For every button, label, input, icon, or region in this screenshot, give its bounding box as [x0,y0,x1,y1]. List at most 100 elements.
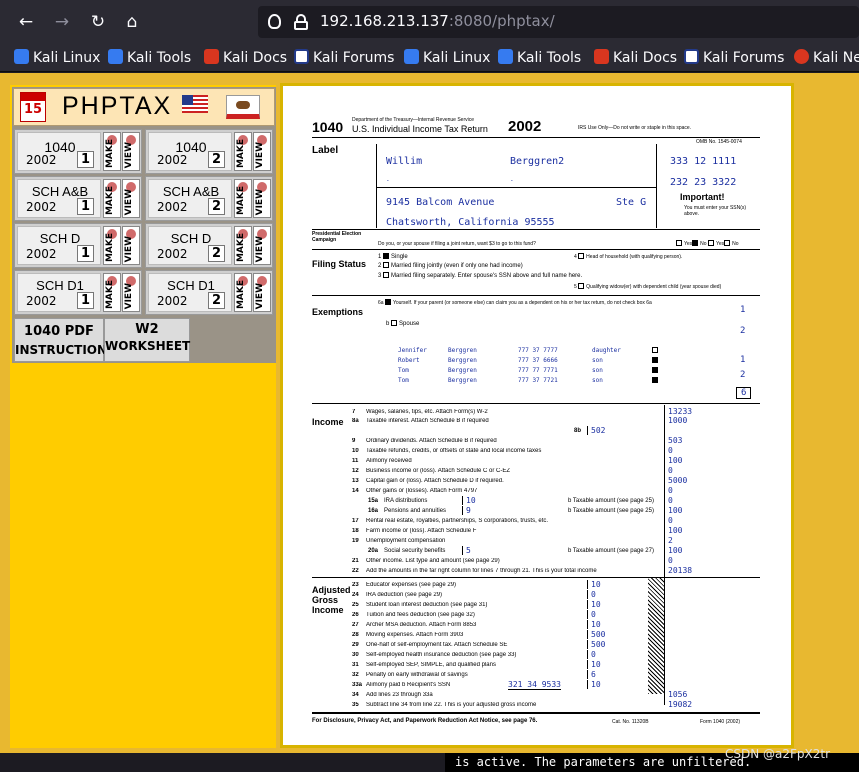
url-text[interactable]: 192.168.213.137:8080/phptax/ [320,12,555,30]
dependent-last[interactable]: Berggren [448,367,477,374]
income-amount[interactable]: 0 [668,466,720,475]
dependent-relationship[interactable]: son [592,377,603,384]
ira-15a-field[interactable]: 10 [462,496,512,505]
bookmark-kali-tools[interactable]: Kali Tools [108,49,191,67]
make-button[interactable]: MAKE [234,179,252,218]
pensions-16a-field[interactable]: 9 [462,506,512,515]
view-button[interactable]: VIEW [122,226,140,265]
agi-amount[interactable]: 0 [587,610,657,619]
view-button[interactable]: VIEW [253,273,271,312]
line-34-amount[interactable]: 1056 [668,690,720,699]
apt-field[interactable]: Ste G [616,197,646,208]
dependent-first[interactable]: Tom [398,377,409,384]
income-amount[interactable]: 0 [668,516,720,525]
dependent-ssn[interactable]: 777 37 7777 [518,347,558,354]
dependent-last[interactable]: Berggren [448,357,477,364]
dependent-relationship[interactable]: son [592,357,603,364]
dep-not-entered-count[interactable]: 2 [740,370,745,380]
social-security-20a-field[interactable]: 5 [462,546,512,555]
city-field[interactable]: Chatsworth, California 95555 [386,217,555,228]
agi-amount[interactable]: 10 [587,580,657,589]
exemption-yourself[interactable]: 6a Yourself. If your parent (or someone … [378,299,678,306]
exemption-spouse[interactable]: b Spouse [386,320,419,327]
dependent-first[interactable]: Jennifer [398,347,427,354]
income-amount[interactable]: 1000 [668,416,720,425]
agi-total-amount[interactable]: 19082 [668,700,720,709]
shield-icon[interactable] [268,14,281,29]
filing-head-household[interactable]: 4 Head of household (with qualifying per… [574,253,682,260]
income-amount[interactable]: 100 [668,546,720,555]
boxes-6ab-count[interactable]: 1 [740,305,745,315]
bookmark-kali-tools-2[interactable]: Kali Tools [498,49,581,67]
home-icon[interactable]: ⌂ [120,10,144,34]
income-amount[interactable]: 0 [668,446,720,455]
view-button[interactable]: VIEW [253,132,271,171]
dependent-credit-checkbox[interactable] [652,347,660,354]
spouse-first-field[interactable]: - [386,177,390,184]
agi-amount[interactable]: 0 [587,590,657,599]
dependent-relationship[interactable]: son [592,367,603,374]
make-button[interactable]: MAKE [234,132,252,171]
ssn-field[interactable]: 333 12 1111 [670,156,736,167]
not-live-count[interactable]: 1 [740,355,745,365]
view-button[interactable]: VIEW [122,179,140,218]
view-button[interactable]: VIEW [122,132,140,171]
bookmark-kali-forums[interactable]: Kali Forums [294,49,394,67]
make-button[interactable]: MAKE [103,226,121,265]
view-button[interactable]: VIEW [253,179,271,218]
dependent-credit-checkbox[interactable] [652,377,660,384]
spouse-ssn-field[interactable]: 232 23 3322 [670,177,736,188]
agi-amount[interactable]: 500 [587,640,657,649]
dependent-first[interactable]: Tom [398,367,409,374]
agi-amount[interactable]: 10 [587,660,657,669]
make-button[interactable]: MAKE [234,226,252,265]
recipient-ssn-field[interactable]: 321 34 9533 [508,680,561,690]
agi-amount[interactable]: 10 [587,600,657,609]
reload-icon[interactable]: ↻ [86,10,110,34]
pdf-instructions-button[interactable]: 1040 PDF INSTRUCTIONS [14,318,116,362]
income-amount[interactable]: 0 [668,486,720,495]
dependent-last[interactable]: Berggren [448,347,477,354]
first-name-field[interactable]: Willim [386,156,422,167]
make-button[interactable]: MAKE [103,179,121,218]
filing-joint[interactable]: 2 Married filing jointly (even if only o… [378,262,523,269]
address-field[interactable]: 9145 Balcom Avenue [386,197,494,208]
agi-amount[interactable]: 0 [587,650,657,659]
income-amount[interactable]: 0 [668,496,720,505]
total-income-amount[interactable]: 20138 [668,566,720,575]
dependent-ssn[interactable]: 777 77 7771 [518,367,558,374]
income-amount[interactable]: 13233 [668,407,720,416]
bookmark-kali-nethunter[interactable]: Kali Ne [794,49,859,67]
income-amount[interactable]: 0 [668,556,720,565]
bookmark-kali-linux-2[interactable]: Kali Linux [404,49,490,67]
tax-exempt-8b-field[interactable]: 502 [587,426,657,435]
agi-amount[interactable]: 500 [587,630,657,639]
agi-amount[interactable]: 10 [587,620,657,629]
make-button[interactable]: MAKE [234,273,252,312]
last-name-field[interactable]: Berggren2 [510,156,564,167]
income-amount[interactable]: 100 [668,526,720,535]
view-button[interactable]: VIEW [253,226,271,265]
income-amount[interactable]: 100 [668,506,720,515]
dependent-last[interactable]: Berggren [448,377,477,384]
income-amount[interactable]: 100 [668,456,720,465]
dependent-credit-checkbox[interactable] [652,367,660,374]
bookmark-kali-docs[interactable]: Kali Docs [204,49,287,67]
filing-single[interactable]: 1 Single [378,253,408,260]
insecure-lock-icon[interactable] [294,14,308,30]
children-6c-count[interactable]: 2 [740,326,745,336]
dependent-ssn[interactable]: 777 37 6666 [518,357,558,364]
view-button[interactable]: VIEW [122,273,140,312]
dependent-ssn[interactable]: 777 37 7721 [518,377,558,384]
income-amount[interactable]: 5000 [668,476,720,485]
dependent-first[interactable]: Robert [398,357,420,364]
bookmark-kali-linux[interactable]: Kali Linux [14,49,100,67]
total-boxes-count[interactable]: 6 [736,387,752,399]
income-amount[interactable]: 2 [668,536,720,545]
agi-amount[interactable]: 10 [587,680,657,689]
bookmark-kali-docs-2[interactable]: Kali Docs [594,49,677,67]
filing-widow[interactable]: 5 Qualifying widow(er) with dependent ch… [574,283,721,290]
agi-amount[interactable]: 6 [587,670,657,679]
bookmark-kali-forums-2[interactable]: Kali Forums [684,49,784,67]
forward-arrow-icon[interactable]: → [50,10,74,34]
